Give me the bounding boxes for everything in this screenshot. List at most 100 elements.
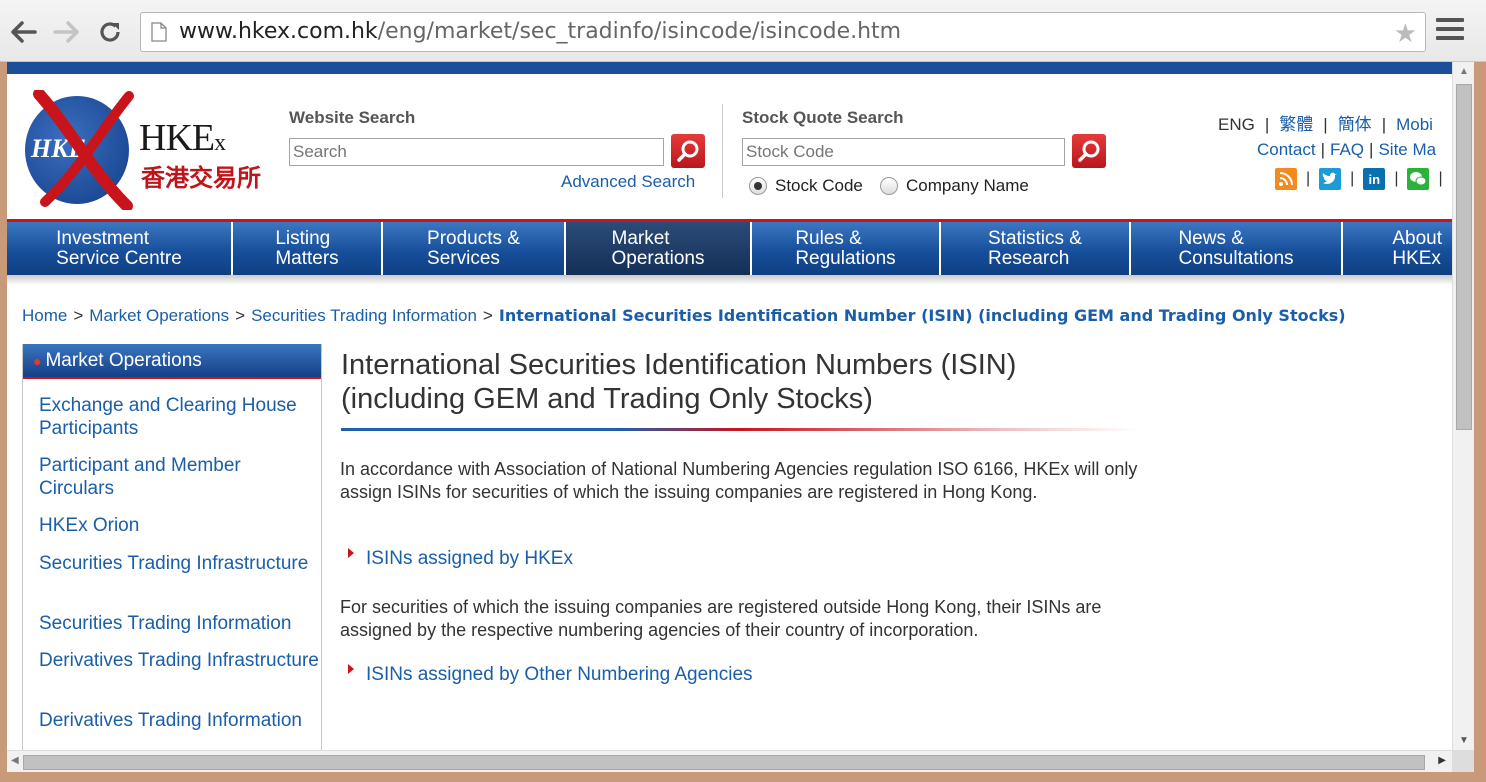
breadcrumb-securities-trading-information[interactable]: Securities Trading Information: [251, 306, 477, 325]
browser-toolbar: www.hkex.com.hk/eng/market/sec_tradinfo/…: [0, 0, 1486, 62]
page-icon: [151, 22, 167, 47]
nav-news-consultations[interactable]: News & Consultations: [1131, 222, 1343, 275]
nav-about-hkex[interactable]: About HKEx: [1343, 222, 1452, 275]
sidebar-item-derivatives-trading-information[interactable]: Derivatives Trading Information: [39, 709, 319, 732]
intro-paragraph: In accordance with Association of Nation…: [340, 459, 1138, 502]
nav-market-operations[interactable]: Market Operations: [566, 222, 752, 275]
nav-label: News & Consultations: [1178, 227, 1294, 269]
sidebar-item-securities-trading-information[interactable]: Securities Trading Information: [39, 612, 319, 635]
red-arrow-icon: [348, 664, 354, 674]
search-icon: [677, 140, 699, 162]
radio-stock-code-label: Stock Code: [775, 176, 863, 195]
isins-other-agencies-link[interactable]: ISINs assigned by Other Numbering Agenci…: [348, 664, 753, 686]
scroll-left-icon[interactable]: ◀: [11, 755, 19, 766]
bullet-icon: ●: [33, 352, 42, 369]
site-map-link[interactable]: Site Ma: [1378, 140, 1436, 159]
search-icon: [1078, 140, 1100, 162]
url-text: www.hkex.com.hk/eng/market/sec_tradinfo/…: [179, 19, 901, 44]
link-label: ISINs assigned by Other Numbering Agenci…: [366, 664, 753, 685]
lang-simplified-chinese[interactable]: 簡体: [1338, 115, 1372, 134]
breadcrumb-separator: >: [235, 306, 246, 325]
contact-link[interactable]: Contact: [1257, 140, 1316, 159]
link-label: ISINs assigned by HKEx: [366, 548, 573, 569]
page-title: International Securities Identification …: [341, 349, 1017, 415]
logo-brand-text: HKEx: [139, 116, 226, 160]
stock-code-input[interactable]: [742, 138, 1065, 166]
back-arrow-icon[interactable]: [6, 14, 42, 50]
nav-label: Market Operations: [611, 227, 705, 269]
bookmark-star-icon[interactable]: ★: [1394, 18, 1417, 49]
breadcrumb-current: International Securities Identification …: [498, 306, 1346, 325]
sidebar: ● Market Operations Exchange and Clearing…: [22, 344, 322, 750]
main-navigation: Investment Service Centre Listing Matter…: [7, 219, 1452, 275]
lang-eng: ENG: [1218, 115, 1255, 134]
website-search-label: Website Search: [289, 108, 416, 127]
vertical-scroll-thumb[interactable]: [1456, 84, 1472, 430]
twitter-icon[interactable]: [1319, 168, 1342, 190]
website-search-input[interactable]: [289, 138, 664, 166]
faq-link[interactable]: FAQ: [1330, 140, 1364, 159]
logo-brand-main: HKE: [139, 117, 215, 159]
logo-brand-suffix: x: [214, 130, 226, 156]
forward-arrow-icon[interactable]: [48, 14, 84, 50]
nav-label: Statistics & Research: [988, 227, 1082, 269]
stock-quote-search-label: Stock Quote Search: [742, 108, 904, 127]
nav-statistics-research[interactable]: Statistics & Research: [941, 222, 1131, 275]
nav-label: Investment Service Centre: [56, 227, 182, 269]
nav-label: Rules & Regulations: [795, 227, 896, 269]
search-divider: [722, 104, 723, 198]
radio-selected-icon: [749, 177, 767, 195]
nav-shadow: [7, 275, 1452, 285]
sidebar-item-participant-circulars[interactable]: Participant and Member Circulars: [39, 454, 319, 500]
logo-chinese-text: 香港交易所: [141, 163, 261, 192]
horizontal-scroll-thumb[interactable]: [23, 755, 1425, 770]
lang-mobile[interactable]: Mobi: [1396, 115, 1433, 134]
url-host: www.hkex.com.hk: [179, 19, 378, 44]
utility-links: Contact | FAQ | Site Ma: [1257, 140, 1437, 159]
advanced-search-link[interactable]: Advanced Search: [561, 172, 695, 192]
nav-listing-matters[interactable]: Listing Matters: [233, 222, 383, 275]
breadcrumb-market-operations[interactable]: Market Operations: [89, 306, 229, 325]
page-viewport: HKE HKEx 香港交易所 Website Search Advanced S…: [7, 62, 1452, 750]
linkedin-icon[interactable]: in: [1363, 168, 1386, 190]
scroll-up-icon[interactable]: ▲: [1459, 66, 1469, 77]
reload-icon[interactable]: [92, 14, 128, 50]
nav-label: Products & Services: [427, 227, 520, 269]
isins-assigned-by-hkex-link[interactable]: ISINs assigned by HKEx: [348, 548, 573, 570]
rss-icon[interactable]: [1275, 168, 1297, 190]
nav-label: About HKEx: [1392, 227, 1442, 269]
horizontal-scrollbar[interactable]: ◀ ▶: [7, 750, 1452, 772]
top-color-bar: [7, 62, 1452, 74]
hkex-logo[interactable]: HKE HKEx 香港交易所: [25, 90, 265, 210]
radio-unselected-icon: [880, 177, 898, 195]
scroll-down-icon[interactable]: ▼: [1459, 735, 1469, 746]
stock-search-button[interactable]: [1072, 134, 1106, 168]
language-switcher: ENG | 繁體 | 簡体 | Mobi: [1218, 115, 1433, 134]
website-search-button[interactable]: [671, 134, 705, 168]
outside-hk-paragraph: For securities of which the issuing comp…: [340, 597, 1102, 640]
nav-investment-service-centre[interactable]: Investment Service Centre: [7, 222, 233, 275]
address-bar[interactable]: www.hkex.com.hk/eng/market/sec_tradinfo/…: [140, 12, 1426, 52]
radio-stock-code[interactable]: Stock Code: [749, 176, 863, 196]
breadcrumb-separator: >: [73, 306, 84, 325]
breadcrumb-separator: >: [482, 306, 493, 325]
sidebar-item-securities-trading-infrastructure[interactable]: Securities Trading Infrastructure: [39, 552, 319, 575]
menu-icon[interactable]: [1436, 18, 1464, 45]
breadcrumb-home[interactable]: Home: [22, 306, 67, 325]
title-divider: [341, 428, 1137, 431]
sidebar-item-derivatives-trading-infrastructure[interactable]: Derivatives Trading Infrastructure: [39, 649, 319, 672]
radio-company-name[interactable]: Company Name: [880, 176, 1029, 196]
logo-x-icon: [33, 90, 134, 210]
breadcrumb: Home > Market Operations > Securities Tradin…: [22, 306, 1346, 326]
sidebar-item-hkex-orion[interactable]: HKEx Orion: [39, 514, 319, 537]
sidebar-item-exchange-clearing-participants[interactable]: Exchange and Clearing House Participants: [39, 394, 319, 440]
lang-traditional-chinese[interactable]: 繁體: [1279, 115, 1313, 134]
vertical-scrollbar[interactable]: ▲ ▼: [1452, 62, 1474, 750]
nav-rules-regulations[interactable]: Rules & Regulations: [752, 222, 941, 275]
sidebar-title: ● Market Operations: [23, 344, 321, 379]
wechat-icon[interactable]: [1407, 168, 1430, 190]
nav-products-services[interactable]: Products & Services: [383, 222, 566, 275]
scrollbar-corner: [1452, 750, 1474, 772]
social-icons: | | in | |: [1275, 168, 1452, 190]
scroll-right-icon[interactable]: ▶: [1438, 755, 1446, 766]
